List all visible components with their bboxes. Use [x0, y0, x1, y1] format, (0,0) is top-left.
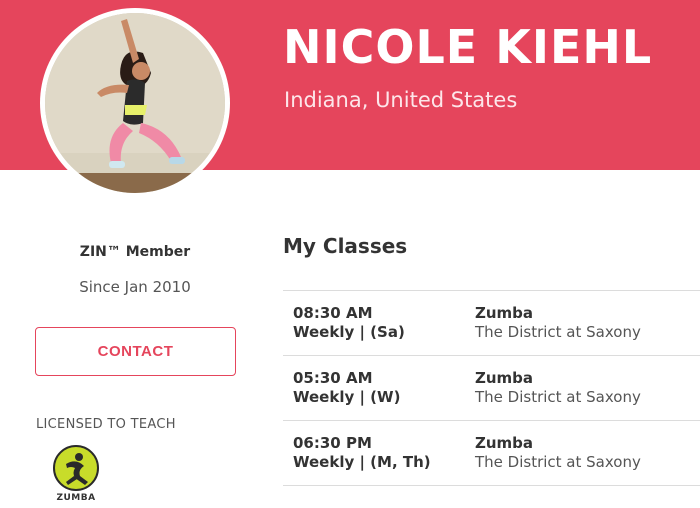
class-name: Zumba [475, 369, 534, 387]
class-row[interactable]: 05:30 AM Weekly | (W) Zumba The District… [283, 356, 700, 421]
class-venue: The District at Saxony [475, 388, 641, 406]
class-time: 06:30 PM [293, 434, 372, 452]
classes-list: 08:30 AM Weekly | (Sa) Zumba The Distric… [283, 290, 700, 486]
avatar [40, 8, 230, 198]
class-venue: The District at Saxony [475, 323, 641, 341]
class-venue: The District at Saxony [475, 453, 641, 471]
class-frequency: Weekly | (Sa) [293, 323, 405, 341]
membership-label: ZIN™ Member [79, 244, 191, 260]
member-since: Since Jan 2010 [79, 278, 191, 296]
class-frequency: Weekly | (M, Th) [293, 453, 431, 471]
class-time: 08:30 AM [293, 304, 373, 322]
zumba-logo-icon [53, 445, 99, 491]
profile-location: Indiana, United States [284, 88, 518, 112]
licensed-to-teach-label: LICENSED TO TEACH [36, 417, 176, 432]
profile-photo [45, 13, 225, 193]
classes-heading: My Classes [283, 234, 408, 258]
class-time: 05:30 AM [293, 369, 373, 387]
contact-button[interactable]: CONTACT [35, 327, 236, 376]
dancer-photo-illustration [45, 13, 225, 193]
class-row[interactable]: 06:30 PM Weekly | (M, Th) Zumba The Dist… [283, 421, 700, 486]
profile-name: NICOLE KIEHL [283, 20, 653, 74]
class-frequency: Weekly | (W) [293, 388, 401, 406]
class-name: Zumba [475, 304, 534, 322]
class-name: Zumba [475, 434, 534, 452]
class-row[interactable]: 08:30 AM Weekly | (Sa) Zumba The Distric… [283, 291, 700, 356]
zumba-logo-label: ZUMBA [56, 493, 96, 503]
